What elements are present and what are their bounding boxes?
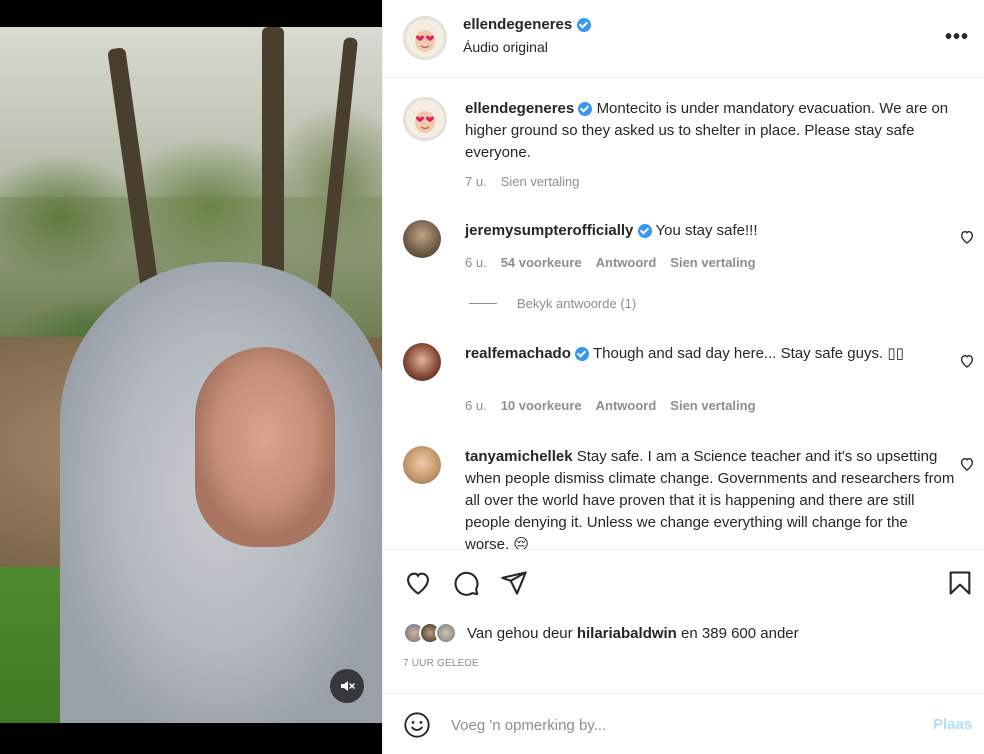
replies-divider (469, 303, 497, 304)
caption-meta: 7 u. Sien vertaling (465, 174, 593, 189)
translate-button[interactable]: Sien vertaling (670, 255, 755, 270)
comment-button[interactable] (451, 568, 481, 598)
verified-badge-icon (577, 17, 592, 32)
caption-time[interactable]: 7 u. (465, 174, 487, 189)
comment-avatar[interactable] (403, 446, 441, 484)
view-replies-label[interactable]: Bekyk antwoorde (1) (517, 296, 636, 311)
heart-icon (960, 354, 974, 368)
audio-link[interactable]: Áudio original (463, 39, 548, 55)
comment-body: Though and sad day here... Stay safe guy… (592, 345, 904, 362)
comment-like-button[interactable] (959, 456, 975, 472)
caption-text: ellendegeneres Montecito is under mandat… (465, 98, 955, 164)
liker-avatar[interactable] (435, 622, 457, 644)
comment-text: tanyamichellek Stay safe. I am a Science… (465, 446, 955, 549)
avatar[interactable] (403, 16, 447, 60)
caption-avatar[interactable] (403, 97, 447, 141)
comment-like-button[interactable] (959, 353, 975, 369)
emoji-button[interactable] (403, 711, 431, 739)
comment-text: realfemachado Though and sad day here...… (465, 343, 955, 365)
comment-avatar[interactable] (403, 220, 441, 258)
heart-icon (407, 572, 429, 595)
speaker-muted-icon (341, 681, 355, 691)
comment-icon (454, 571, 479, 596)
smiley-icon (404, 712, 430, 738)
caption-username[interactable]: ellendegeneres (465, 100, 574, 117)
comment-time[interactable]: 6 u. (465, 255, 487, 270)
share-button[interactable] (499, 568, 529, 598)
post-header: ellendegeneres Áudio original ••• (383, 0, 984, 78)
post-button[interactable]: Plaas (933, 716, 972, 733)
comment-avatar[interactable] (403, 343, 441, 381)
verified-badge-icon (575, 347, 590, 362)
likes-text[interactable]: Van gehou deur hilariabaldwin en 389 600… (467, 625, 799, 642)
header-username[interactable]: ellendegeneres (463, 16, 592, 33)
bookmark-icon (949, 571, 971, 595)
comment-username[interactable]: jeremysumpterofficially (465, 222, 633, 239)
more-options-button[interactable]: ••• (945, 26, 969, 49)
save-button[interactable] (945, 568, 975, 598)
comment-meta: 6 u. 10 voorkeure Antwoord Sien vertalin… (465, 398, 770, 413)
heart-icon (960, 230, 974, 244)
post-side-panel: ellendegeneres Áudio original ••• ellend… (382, 0, 984, 754)
likes-summary: Van gehou deur hilariabaldwin en 389 600… (403, 620, 799, 646)
comment-username[interactable]: tanyamichellek (465, 448, 573, 465)
likes-count[interactable]: en 389 600 ander (681, 625, 799, 642)
likes-prefix: Van gehou deur (467, 624, 573, 642)
comment-likes[interactable]: 10 voorkeure (501, 398, 582, 413)
instagram-post-modal: ellendegeneres Áudio original ••• ellend… (0, 0, 984, 754)
profile-avatar-icon (406, 19, 444, 57)
likes-user[interactable]: hilariabaldwin (577, 625, 677, 642)
comment-body: You stay safe!!! (655, 222, 758, 239)
caption-translate[interactable]: Sien vertaling (501, 174, 580, 189)
reply-button[interactable]: Antwoord (596, 398, 657, 413)
comment-time[interactable]: 6 u. (465, 398, 487, 413)
comment-meta: 6 u. 54 voorkeure Antwoord Sien vertalin… (465, 255, 770, 270)
post-media (0, 0, 382, 754)
mute-button[interactable] (330, 669, 364, 703)
comment-like-button[interactable] (959, 229, 975, 245)
comment-username[interactable]: realfemachado (465, 345, 571, 362)
comment-text: jeremysumpterofficially You stay safe!!! (465, 220, 955, 242)
reply-button[interactable]: Antwoord (596, 255, 657, 270)
translate-button[interactable]: Sien vertaling (670, 398, 755, 413)
add-comment-bar: Plaas (383, 693, 984, 754)
comments-list[interactable]: ellendegeneres Montecito is under mandat… (383, 79, 984, 549)
person-face (195, 347, 335, 547)
like-button[interactable] (403, 568, 433, 598)
username-text[interactable]: ellendegeneres (463, 16, 572, 33)
post-actions: Van gehou deur hilariabaldwin en 389 600… (383, 549, 984, 693)
send-icon (501, 571, 527, 595)
verified-badge-icon (578, 102, 593, 117)
comment-input[interactable] (451, 711, 911, 739)
view-replies-button[interactable]: Bekyk antwoorde (1) (469, 296, 636, 311)
verified-badge-icon (637, 224, 652, 239)
video-frame[interactable] (0, 27, 382, 723)
profile-avatar-icon (406, 100, 444, 138)
heart-icon (960, 457, 974, 471)
post-timestamp[interactable]: 7 UUR GELEDE (403, 658, 479, 669)
comment-likes[interactable]: 54 voorkeure (501, 255, 582, 270)
